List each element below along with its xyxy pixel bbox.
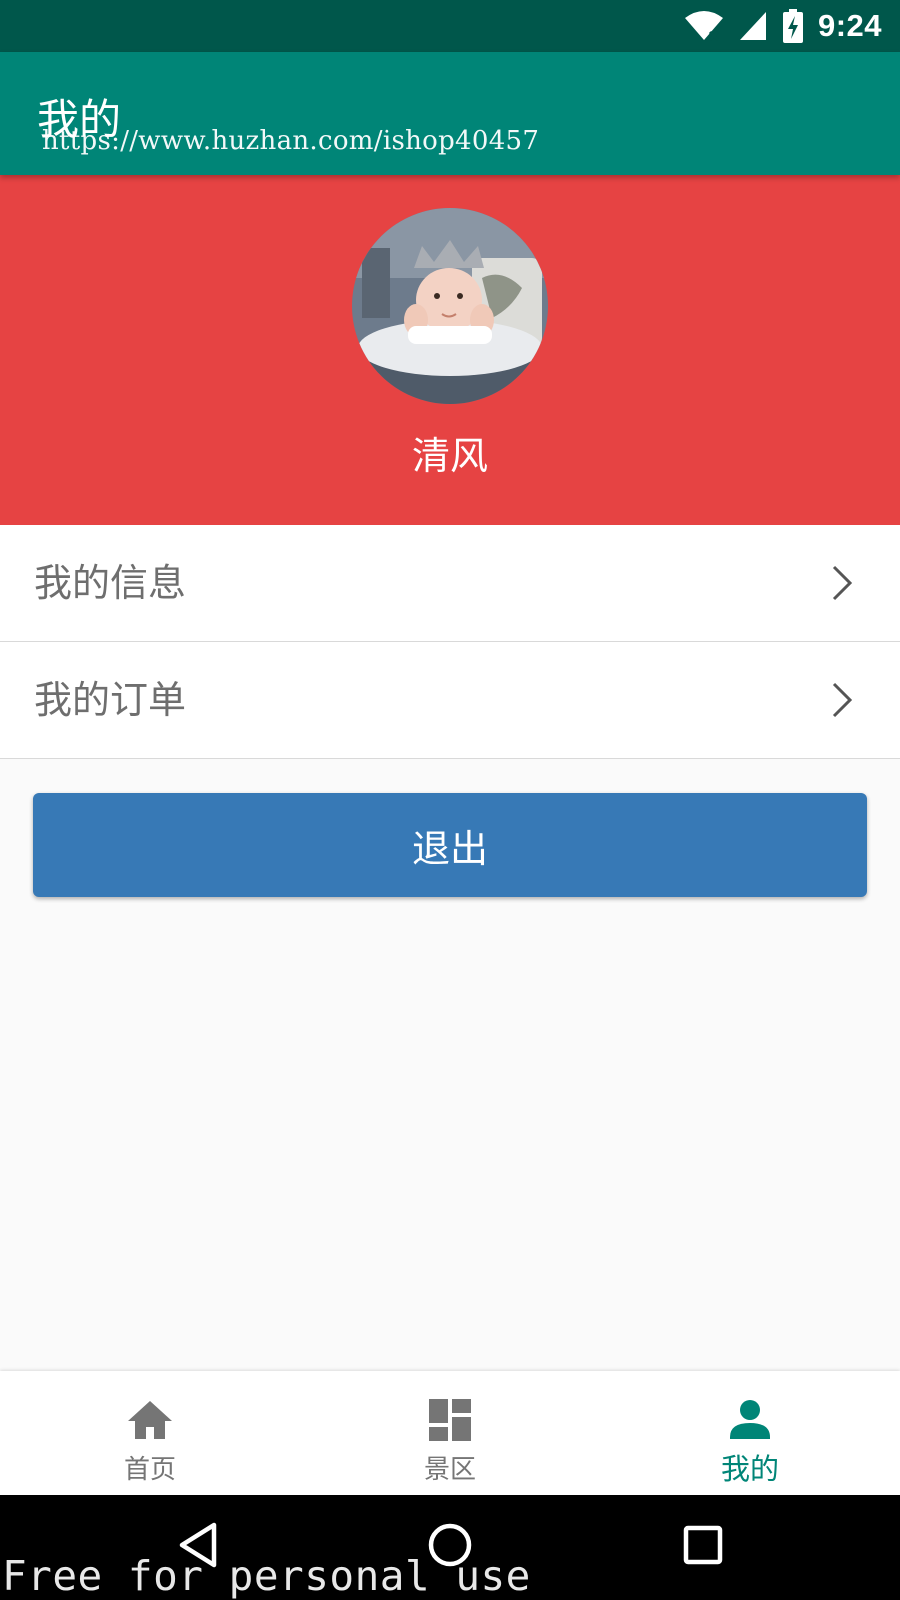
menu-item-my-orders[interactable]: 我的订单 bbox=[0, 642, 900, 759]
nav-item-home[interactable]: 首页 bbox=[0, 1371, 300, 1495]
person-icon bbox=[730, 1400, 770, 1439]
bottom-nav: 首页 景区 我的 bbox=[0, 1371, 900, 1495]
username: 清风 bbox=[411, 434, 488, 478]
avatar-photo bbox=[352, 208, 548, 404]
nav-label: 首页 bbox=[123, 1455, 176, 1485]
nav-label: 我的 bbox=[720, 1452, 779, 1486]
chevron-right-icon bbox=[832, 682, 853, 718]
nav-item-scenic[interactable]: 景区 bbox=[300, 1371, 600, 1495]
avatar[interactable] bbox=[352, 208, 548, 404]
home-icon bbox=[128, 1401, 172, 1439]
status-time: 9:24 bbox=[817, 8, 882, 43]
logout-button-label: 退出 bbox=[411, 826, 488, 871]
profile-header: 清风 bbox=[0, 175, 900, 525]
wifi-icon bbox=[684, 11, 723, 42]
menu-item-my-info[interactable]: 我的信息 bbox=[0, 525, 900, 642]
watermark-footer: Free for personal use bbox=[2, 1552, 531, 1600]
dashboard-icon bbox=[429, 1399, 471, 1441]
status-icons: 9:24 bbox=[684, 0, 882, 52]
nav-label: 景区 bbox=[423, 1455, 476, 1485]
status-bar: 9:24 bbox=[0, 0, 900, 52]
nav-item-mine[interactable]: 我的 bbox=[600, 1371, 900, 1495]
recents-icon[interactable] bbox=[673, 1515, 733, 1575]
cellular-signal-icon bbox=[739, 12, 766, 40]
chevron-right-icon bbox=[832, 565, 853, 601]
watermark-url: https://www.huzhan.com/ishop40457 bbox=[42, 126, 540, 156]
menu-item-label: 我的信息 bbox=[34, 561, 187, 605]
app-bar: 我的 https://www.huzhan.com/ishop40457 bbox=[0, 52, 900, 175]
battery-charging-icon bbox=[782, 9, 803, 43]
logout-button[interactable]: 退出 bbox=[33, 793, 867, 897]
menu-item-label: 我的订单 bbox=[34, 678, 187, 722]
